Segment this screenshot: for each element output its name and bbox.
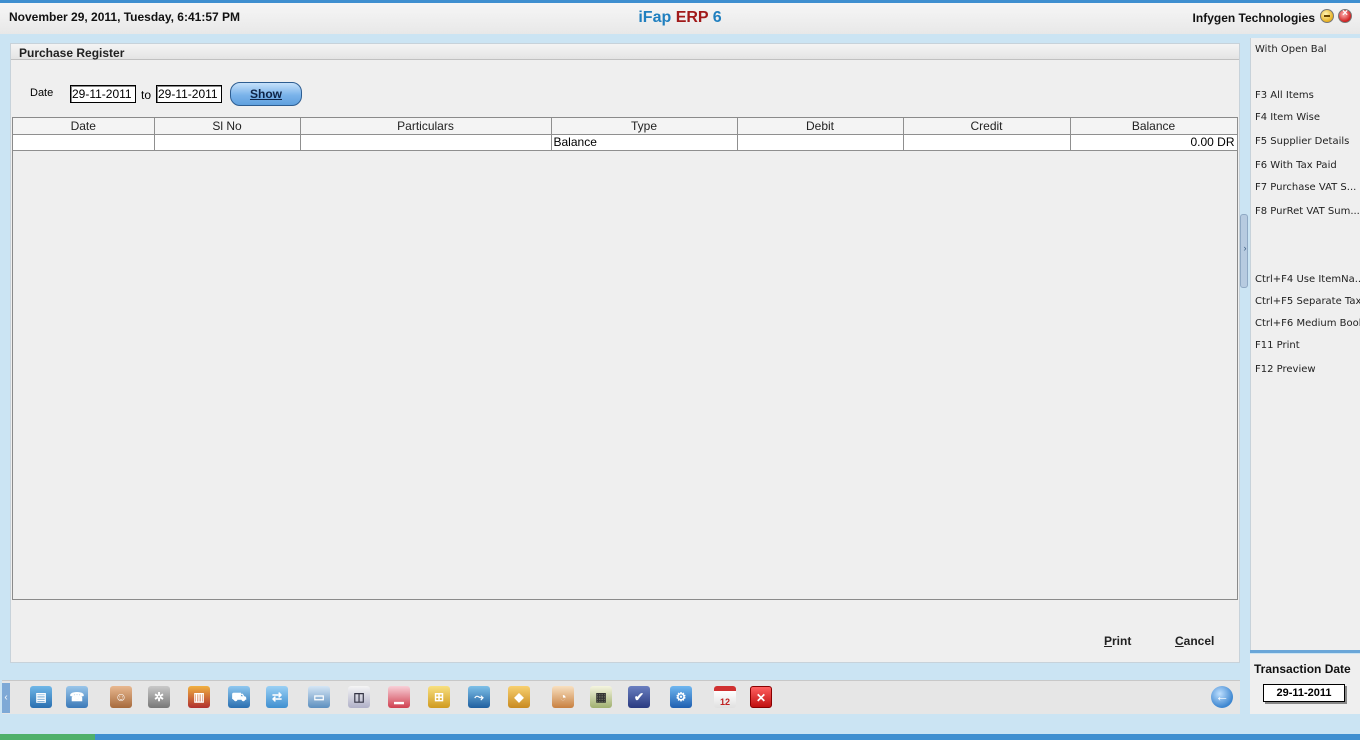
show-button-label: how bbox=[258, 87, 282, 101]
sidebar-item-purret-vat[interactable]: F8 PurRet VAT Sum... bbox=[1255, 206, 1360, 217]
staff-icon[interactable]: ☺ bbox=[110, 686, 132, 708]
top-bar: November 29, 2011, Tuesday, 6:41:57 PM i… bbox=[0, 0, 1360, 34]
network-icon[interactable]: ✲ bbox=[148, 686, 170, 708]
sidebar-item-all-items[interactable]: F3 All Items bbox=[1255, 90, 1360, 101]
date-label: Date bbox=[30, 87, 54, 99]
to-date-input[interactable] bbox=[156, 85, 222, 103]
ledger-icon[interactable]: ▤ bbox=[30, 686, 52, 708]
app-brand: iFap ERP 6 bbox=[0, 9, 1360, 27]
taskbar-strip bbox=[0, 734, 1360, 740]
register-table: Date Sl No Particulars Type Debit Credit… bbox=[13, 118, 1238, 151]
company-name: Infygen Technologies bbox=[1192, 11, 1315, 25]
register-grid[interactable]: Date Sl No Particulars Type Debit Credit… bbox=[12, 117, 1238, 600]
show-button[interactable]: Show bbox=[230, 82, 302, 106]
package-icon[interactable]: ◆ bbox=[508, 686, 530, 708]
exit-icon[interactable]: ✕ bbox=[750, 686, 772, 708]
cancel-label: ancel bbox=[1183, 634, 1215, 648]
cell-balance[interactable]: 0.00 DR bbox=[1069, 133, 1238, 151]
cart-icon[interactable]: ⛟ bbox=[228, 686, 250, 708]
cancel-mnemonic: C bbox=[1175, 634, 1184, 648]
column-header-date[interactable]: Date bbox=[13, 118, 155, 135]
contact-icon[interactable]: ☎ bbox=[66, 686, 88, 708]
save-icon[interactable]: ✔ bbox=[628, 686, 650, 708]
toolbar-collapse-handle[interactable]: ‹ bbox=[2, 683, 10, 713]
taskbar-indicator bbox=[0, 734, 95, 740]
table-header-row: Date Sl No Particulars Type Debit Credit… bbox=[13, 118, 1238, 135]
print-button[interactable]: Print bbox=[1104, 634, 1131, 648]
page-title: Purchase Register bbox=[19, 46, 125, 60]
cell-debit[interactable] bbox=[736, 133, 904, 151]
transaction-date-value[interactable]: 29-11-2011 bbox=[1263, 684, 1345, 702]
chevron-right-icon: › bbox=[1243, 243, 1247, 253]
column-header-sl-no[interactable]: Sl No bbox=[153, 118, 301, 135]
transaction-date-label: Transaction Date bbox=[1254, 662, 1351, 676]
column-header-debit[interactable]: Debit bbox=[736, 118, 904, 135]
cell-sl-no[interactable] bbox=[153, 133, 301, 151]
column-header-balance[interactable]: Balance bbox=[1069, 118, 1238, 135]
print-mnemonic: P bbox=[1104, 634, 1113, 648]
column-header-particulars[interactable]: Particulars bbox=[299, 118, 552, 135]
chart-icon[interactable]: ▁ bbox=[388, 686, 410, 708]
books-icon[interactable]: ▥ bbox=[188, 686, 210, 708]
sidebar-item-use-itemname[interactable]: Ctrl+F4 Use ItemNa... bbox=[1255, 274, 1360, 285]
minimize-button[interactable] bbox=[1320, 9, 1334, 23]
sidebar-item-with-open-bal[interactable]: With Open Bal bbox=[1255, 44, 1360, 55]
minimize-icon bbox=[1324, 15, 1330, 17]
sidebar-item-supplier-details[interactable]: F5 Supplier Details bbox=[1255, 136, 1360, 147]
sidebar-item-with-tax-paid[interactable]: F6 With Tax Paid bbox=[1255, 160, 1360, 171]
column-header-type[interactable]: Type bbox=[550, 118, 738, 135]
speedometer-icon[interactable]: ◔ bbox=[552, 686, 574, 708]
window-icon[interactable]: ▭ bbox=[308, 686, 330, 708]
brand-erp: ERP bbox=[675, 9, 709, 26]
calendar-icon[interactable]: 12 bbox=[714, 686, 736, 708]
print-label: rint bbox=[1112, 634, 1132, 648]
cell-particulars[interactable] bbox=[299, 133, 552, 151]
transfer-icon[interactable]: ⇄ bbox=[266, 686, 288, 708]
sidebar-item-preview[interactable]: F12 Preview bbox=[1255, 364, 1360, 375]
cancel-button[interactable]: Cancel bbox=[1175, 634, 1214, 648]
brand-version: 6 bbox=[708, 9, 722, 26]
purchase-register-panel: Purchase Register Date to Show Date Sl N… bbox=[10, 43, 1240, 663]
document-icon[interactable]: ◫ bbox=[348, 686, 370, 708]
cell-date[interactable] bbox=[13, 133, 155, 151]
sidebar-item-purchase-vat[interactable]: F7 Purchase VAT S... bbox=[1255, 182, 1360, 193]
brand-name: iFap bbox=[638, 9, 676, 26]
sidebar-item-item-wise[interactable]: F4 Item Wise bbox=[1255, 112, 1360, 123]
close-icon: × bbox=[1342, 8, 1348, 19]
function-key-sidebar: With Open Bal F3 All Items F4 Item Wise … bbox=[1250, 38, 1360, 650]
settings-icon[interactable]: ⚙ bbox=[670, 686, 692, 708]
share-icon[interactable]: ⤳ bbox=[468, 686, 490, 708]
close-app-button[interactable]: × bbox=[1338, 8, 1352, 23]
spreadsheet-icon[interactable]: ▦ bbox=[590, 686, 612, 708]
sidebar-item-medium-book[interactable]: Ctrl+F6 Medium Book bbox=[1255, 318, 1360, 329]
transaction-date-panel: Transaction Date 29-11-2011 bbox=[1250, 654, 1360, 714]
bottom-toolbar: ‹ ▤ ☎ ☺ ✲ ▥ ⛟ ⇄ ▭ ◫ ▁ ⊞ ⤳ ◆ ◔ ▦ ✔ ⚙ 12 ✕… bbox=[2, 680, 1240, 714]
sidebar-item-separate-tax[interactable]: Ctrl+F5 Separate Tax bbox=[1255, 296, 1360, 307]
panel-header: Purchase Register bbox=[11, 44, 1239, 60]
folder-tree-icon[interactable]: ⊞ bbox=[428, 686, 450, 708]
table-row[interactable]: Balance 0.00 DR bbox=[13, 133, 1238, 151]
to-label: to bbox=[141, 88, 152, 102]
column-header-credit[interactable]: Credit bbox=[902, 118, 1071, 135]
cell-type[interactable]: Balance bbox=[550, 133, 738, 151]
panel-resize-handle[interactable]: › bbox=[1240, 214, 1248, 288]
back-arrow-icon[interactable]: ← bbox=[1211, 686, 1233, 708]
cell-credit[interactable] bbox=[902, 133, 1071, 151]
sidebar-divider bbox=[1250, 650, 1360, 653]
sidebar-item-print[interactable]: F11 Print bbox=[1255, 340, 1360, 351]
show-button-label-mnemonic: S bbox=[249, 87, 258, 101]
from-date-input[interactable] bbox=[70, 85, 136, 103]
